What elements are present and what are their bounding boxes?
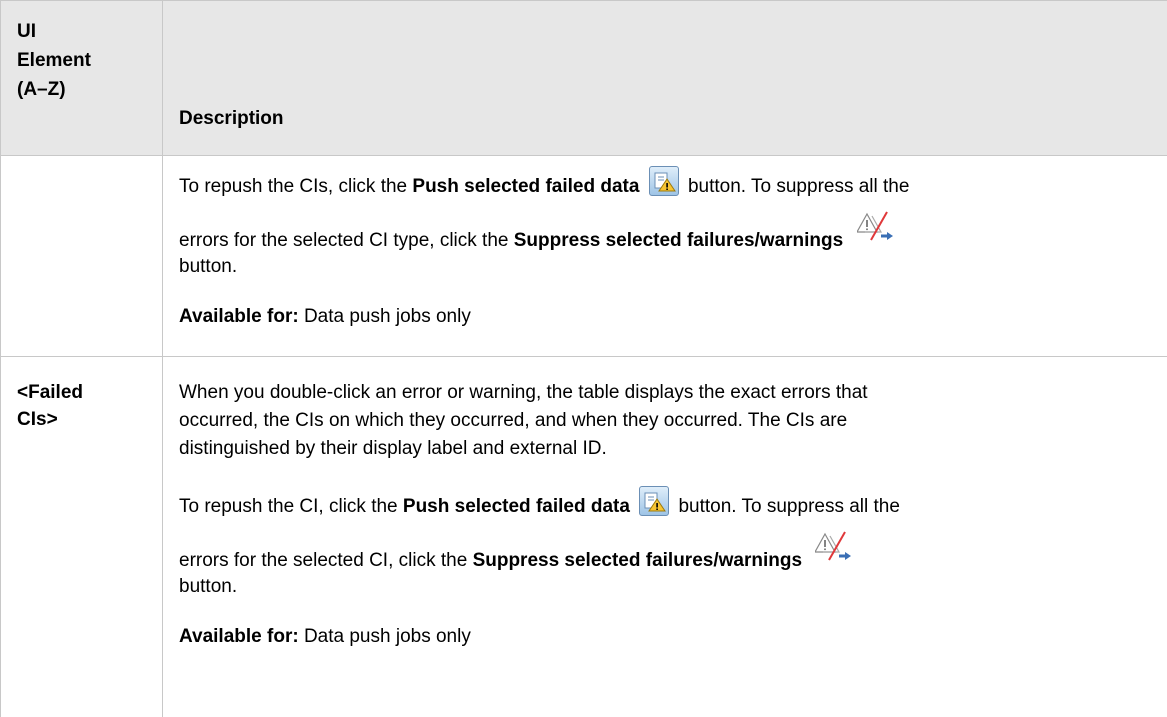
row2-availability: Available for: Data push jobs only bbox=[179, 626, 471, 647]
ui-element-failed-cis: <Failed CIs> bbox=[17, 382, 83, 430]
header-ui-element-line3: (A–Z) bbox=[17, 79, 66, 100]
suppress-selected-failures-icon[interactable] bbox=[856, 210, 897, 244]
row1-line2: errors for the selected CI type, click t… bbox=[179, 211, 897, 258]
row-separator bbox=[1, 356, 1167, 357]
row2-desc-line3: distinguished by their display label and… bbox=[179, 438, 607, 459]
column-divider bbox=[162, 0, 163, 717]
push-selected-failed-data-label: Push selected failed data bbox=[412, 176, 640, 198]
suppress-selected-failures-label: Suppress selected failures/warnings bbox=[472, 550, 803, 572]
row1-line3: button. bbox=[179, 256, 238, 277]
push-selected-failed-data-label: Push selected failed data bbox=[402, 496, 630, 518]
suppress-selected-failures-label: Suppress selected failures/warnings bbox=[513, 230, 844, 252]
row2-line6: button. bbox=[179, 576, 238, 597]
table-header: UI Element (A–Z) Description bbox=[1, 0, 1167, 156]
row1-availability: Available for: Data push jobs only bbox=[179, 306, 471, 327]
header-ui-element-line2: Element bbox=[17, 50, 91, 71]
header-ui-element: UI Element (A–Z) bbox=[17, 17, 157, 104]
row2-desc-line2: occurred, the CIs on which they occurred… bbox=[179, 410, 848, 431]
header-description: Description bbox=[179, 108, 284, 129]
push-selected-failed-data-icon[interactable] bbox=[639, 486, 670, 516]
push-selected-failed-data-icon[interactable] bbox=[648, 166, 679, 196]
header-ui-element-line1: UI bbox=[17, 21, 36, 42]
ui-elements-table: UI Element (A–Z) Description To repush t… bbox=[0, 0, 1167, 717]
row2-line4: To repush the CI, click the Push selecte… bbox=[179, 486, 900, 522]
row2-line5: errors for the selected CI, click the Su… bbox=[179, 531, 855, 578]
row1-line1: To repush the CIs, click the Push select… bbox=[179, 166, 909, 202]
row2-desc-line1: When you double-click an error or warnin… bbox=[179, 382, 868, 403]
suppress-selected-failures-icon[interactable] bbox=[815, 530, 855, 564]
